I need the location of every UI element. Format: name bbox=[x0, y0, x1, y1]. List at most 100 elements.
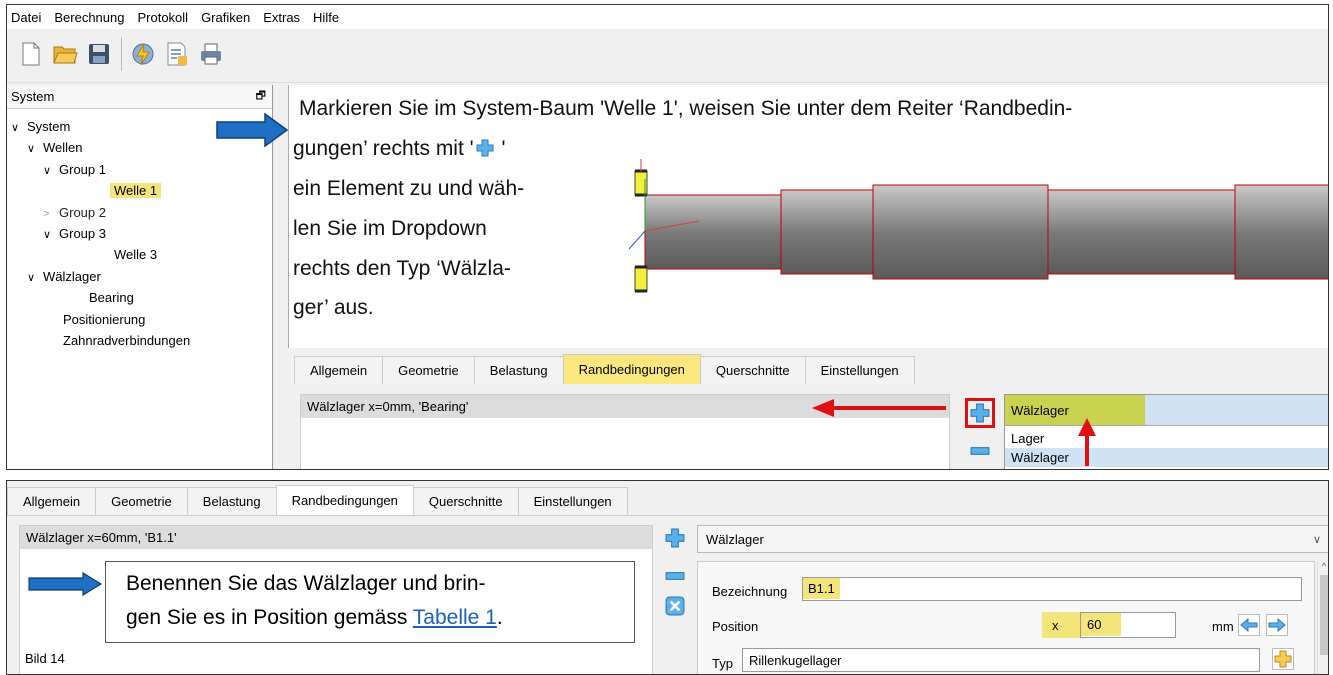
menu-datei[interactable]: Datei bbox=[11, 10, 41, 25]
type-select[interactable]: Wälzlager ∨ bbox=[697, 525, 1328, 553]
dropdown-selected[interactable]: Wälzlager bbox=[1005, 395, 1328, 425]
note-line-2: gen Sie es in Position gemäss Tabelle 1. bbox=[126, 606, 503, 629]
open-folder-icon[interactable] bbox=[51, 39, 79, 69]
axis-z-icon bbox=[628, 230, 646, 250]
menu-hilfe[interactable]: Hilfe bbox=[313, 10, 339, 25]
list-item[interactable]: Wälzlager x=60mm, 'B1.1' bbox=[20, 526, 652, 549]
tab-belastung[interactable]: Belastung bbox=[473, 356, 564, 384]
main-window: Datei Berechnung Protokoll Grafiken Extr… bbox=[6, 4, 1329, 470]
add-type-button[interactable] bbox=[1272, 648, 1294, 670]
tab-belastung[interactable]: Belastung bbox=[186, 487, 277, 515]
chevron-down-icon: ∨ bbox=[1312, 533, 1321, 546]
remove-element-button[interactable] bbox=[969, 440, 991, 462]
instruction-line-4: len Sie im Dropdown bbox=[293, 217, 487, 240]
blue-arrow-icon bbox=[28, 572, 103, 596]
move-left-button[interactable] bbox=[1238, 614, 1260, 636]
toolbar-separator bbox=[121, 37, 122, 71]
tab-allgemein[interactable]: Allgemein bbox=[7, 487, 97, 515]
tree-node-group-2[interactable]: > Group 2 bbox=[43, 205, 106, 220]
pin-icon[interactable]: 🗗 bbox=[256, 87, 266, 106]
tree-node-welle-3[interactable]: Welle 3 bbox=[114, 247, 157, 262]
delete-all-button[interactable] bbox=[664, 595, 686, 617]
toolbar bbox=[7, 29, 1328, 83]
scrollbar[interactable]: ^ bbox=[1317, 561, 1328, 674]
scroll-up-icon[interactable]: ^ bbox=[1318, 561, 1328, 571]
tab-geometrie[interactable]: Geometrie bbox=[382, 356, 475, 384]
menu-protokoll[interactable]: Protokoll bbox=[137, 10, 188, 25]
expand-icon[interactable]: > bbox=[43, 208, 59, 220]
tab-row: Allgemein Geometrie Belastung Randbeding… bbox=[7, 485, 628, 515]
tab-geometrie[interactable]: Geometrie bbox=[95, 487, 188, 515]
print-icon[interactable] bbox=[197, 39, 225, 69]
tab-einstellungen[interactable]: Einstellungen bbox=[804, 356, 915, 384]
expand-icon[interactable]: ∨ bbox=[27, 271, 43, 284]
shaft-segment-2 bbox=[780, 189, 874, 275]
red-arrow-up-icon bbox=[1078, 418, 1096, 466]
position-unit: mm bbox=[1212, 619, 1234, 634]
shaft-segment-1 bbox=[644, 194, 782, 270]
properties-panel-bottom: Allgemein Geometrie Belastung Randbeding… bbox=[6, 480, 1329, 675]
dropdown-option-lager[interactable]: Lager bbox=[1005, 425, 1328, 448]
add-element-button[interactable] bbox=[965, 398, 995, 428]
tab-row: Allgemein Geometrie Belastung Randbeding… bbox=[294, 354, 915, 384]
calculate-icon[interactable] bbox=[129, 39, 157, 69]
expand-icon[interactable]: ∨ bbox=[43, 164, 59, 177]
remove-element-button[interactable] bbox=[664, 565, 686, 587]
tab-randbedingungen[interactable]: Randbedingungen bbox=[562, 354, 701, 384]
scroll-thumb[interactable] bbox=[1320, 575, 1328, 655]
menu-grafiken[interactable]: Grafiken bbox=[201, 10, 250, 25]
tree-node-group-1[interactable]: ∨ Group 1 bbox=[43, 162, 106, 177]
instruction-line-5: rechts den Typ ‘Wälzla- bbox=[293, 257, 511, 280]
tree-node-group-3[interactable]: ∨ Group 3 bbox=[43, 226, 106, 241]
tree-node-waelzlager[interactable]: ∨ Wälzlager bbox=[27, 269, 101, 284]
tab-querschnitte[interactable]: Querschnitte bbox=[412, 487, 519, 515]
position-input[interactable]: 60 bbox=[1080, 612, 1176, 638]
add-element-button[interactable] bbox=[664, 527, 686, 549]
bezeichnung-input[interactable]: B1.1 bbox=[802, 577, 1302, 601]
plus-icon bbox=[476, 139, 494, 157]
typ-input[interactable]: Rillenkugellager bbox=[742, 648, 1260, 672]
menu-bar: Datei Berechnung Protokoll Grafiken Extr… bbox=[7, 5, 1328, 29]
move-right-button[interactable] bbox=[1266, 614, 1288, 636]
figure-caption: Bild 14 bbox=[25, 651, 65, 666]
note-line-1: Benennen Sie das Wälzlager und brin- bbox=[126, 572, 486, 595]
expand-icon[interactable]: ∨ bbox=[43, 228, 59, 241]
position-axis-select[interactable]: x bbox=[1042, 612, 1080, 638]
menu-berechnung[interactable]: Berechnung bbox=[54, 10, 124, 25]
type-select-value: Wälzlager bbox=[706, 531, 764, 547]
properties-panel-top: Allgemein Geometrie Belastung Randbeding… bbox=[288, 348, 1328, 469]
bezeichnung-label: Bezeichnung bbox=[712, 584, 788, 599]
dropdown-option-waelzlager[interactable]: Wälzlager bbox=[1005, 448, 1328, 467]
tab-allgemein[interactable]: Allgemein bbox=[294, 356, 384, 384]
new-file-icon[interactable] bbox=[17, 39, 45, 69]
instruction-line-3: ein Element zu und wäh- bbox=[293, 177, 525, 200]
menu-extras[interactable]: Extras bbox=[263, 10, 300, 25]
save-icon[interactable] bbox=[85, 39, 113, 69]
typ-label: Typ bbox=[712, 656, 733, 671]
tab-einstellungen[interactable]: Einstellungen bbox=[517, 487, 628, 515]
instruction-line-6: ger’ aus. bbox=[293, 296, 374, 319]
table-1-link[interactable]: Tabelle 1 bbox=[413, 606, 497, 629]
tab-querschnitte[interactable]: Querschnitte bbox=[699, 356, 806, 384]
type-dropdown[interactable]: Wälzlager Lager Wälzlager bbox=[1004, 394, 1328, 469]
bearing-symbol-bottom bbox=[634, 266, 648, 292]
system-panel-title: System bbox=[11, 89, 55, 104]
shaft-segment-4 bbox=[1047, 189, 1236, 275]
tree-node-bearing[interactable]: Bearing bbox=[89, 290, 134, 305]
position-label: Position bbox=[712, 619, 759, 634]
instruction-line-2: gungen’ rechts mit ' ' bbox=[293, 137, 506, 160]
tree-node-system[interactable]: ∨ System bbox=[11, 119, 70, 134]
tree-node-positionierung[interactable]: Positionierung bbox=[63, 312, 145, 327]
tree-node-welle-1[interactable]: Welle 1 bbox=[110, 183, 162, 198]
tab-randbedingungen[interactable]: Randbedingungen bbox=[275, 485, 414, 515]
tree-node-wellen[interactable]: ∨ Wellen bbox=[27, 140, 83, 155]
instruction-area: Markieren Sie im System-Baum 'Welle 1', … bbox=[288, 85, 1328, 348]
shaft-segment-3 bbox=[872, 184, 1049, 280]
shaft-segment-5 bbox=[1234, 184, 1328, 280]
tree-node-zahnradverbindungen[interactable]: Zahnradverbindungen bbox=[63, 333, 190, 348]
expand-icon[interactable]: ∨ bbox=[27, 142, 43, 155]
blue-arrow-icon bbox=[216, 112, 289, 148]
instruction-note: Benennen Sie das Wälzlager und brin- gen… bbox=[105, 561, 635, 643]
expand-icon[interactable]: ∨ bbox=[11, 121, 27, 134]
report-icon[interactable] bbox=[163, 39, 191, 69]
